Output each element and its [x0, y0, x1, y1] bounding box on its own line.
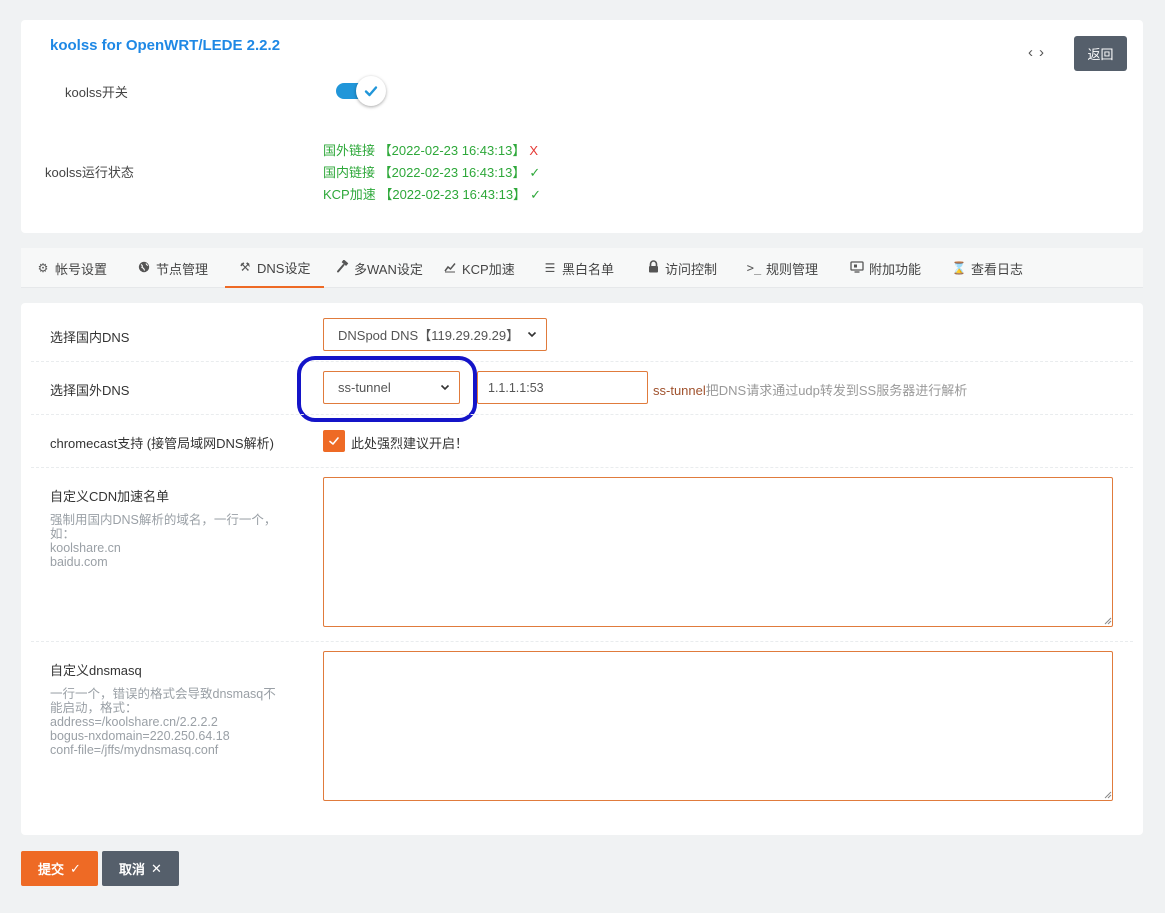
- app-title: koolss for OpenWRT/LEDE 2.2.2: [50, 37, 281, 54]
- check-icon: [329, 437, 339, 445]
- tab-account[interactable]: ⚙ 帐号设置: [35, 248, 107, 288]
- ok-mark: ✓: [529, 165, 541, 180]
- china-dns-label: 选择国内DNS: [50, 330, 130, 345]
- check-icon: [364, 86, 378, 97]
- tab-access[interactable]: 访问控制: [645, 248, 717, 288]
- switch-label: koolss开关: [65, 85, 128, 100]
- toggle-knob: [356, 76, 386, 106]
- status-line-kcp: KCP加速 【2022-02-23 16:43:13】 ✓: [323, 187, 541, 202]
- chromecast-check-label: 此处强烈建议开启！: [351, 436, 469, 451]
- chromecast-label: chromecast支持 (接管局域网DNS解析): [50, 436, 274, 451]
- resize-grip-icon[interactable]: [1103, 616, 1112, 625]
- dns-form-card: 选择国内DNS DNSpod DNS【119.29.29.29】 选择国外DNS…: [21, 303, 1143, 835]
- tab-extras[interactable]: 附加功能: [849, 248, 921, 288]
- chromecast-checkbox[interactable]: [323, 430, 345, 452]
- terminal-icon: >_: [746, 261, 762, 275]
- row-divider: [31, 361, 1133, 362]
- tab-blackwhite[interactable]: ☰ 黑白名单: [542, 248, 614, 288]
- cdn-list-hint: 强制用国内DNS解析的域名，一行一个， 如： koolshare.cn baid…: [50, 513, 277, 569]
- row-divider: [31, 414, 1133, 415]
- chart-icon: [442, 261, 458, 276]
- resize-grip-icon[interactable]: [1103, 790, 1112, 799]
- dnsmasq-textarea[interactable]: [323, 651, 1113, 801]
- koolss-toggle[interactable]: [336, 75, 386, 107]
- annotation-highlight-ring: [297, 356, 477, 422]
- monitor-icon: [849, 260, 865, 276]
- dnsmasq-label: 自定义dnsmasq: [50, 663, 142, 678]
- fail-mark: X: [529, 143, 538, 158]
- lock-icon: [645, 260, 661, 276]
- foreign-dns-server-input[interactable]: 1.1.1.1:53: [477, 371, 648, 404]
- globe-icon: [136, 261, 152, 276]
- cancel-button[interactable]: 取消 ✕: [102, 851, 179, 886]
- tab-multiwan[interactable]: 多WAN设定: [334, 248, 423, 288]
- foreign-dns-label: 选择国外DNS: [50, 383, 130, 398]
- tab-dns[interactable]: ⚒ DNS设定: [225, 248, 325, 288]
- tab-logs[interactable]: ⌛ 查看日志: [951, 248, 1024, 288]
- chevron-down-icon: [527, 331, 537, 338]
- foreign-dns-helper: ss-tunnel把DNS请求通过udp转发到SS服务器进行解析: [653, 383, 968, 398]
- status-card: koolss for OpenWRT/LEDE 2.2.2 ‹› 返回 kool…: [21, 20, 1143, 233]
- tools-icon: ⚒: [239, 260, 251, 274]
- status-line-domestic: 国内链接 【2022-02-23 16:43:13】 ✓: [323, 165, 541, 180]
- close-icon: ✕: [151, 860, 162, 876]
- chevron-right-icon[interactable]: ›: [1039, 44, 1050, 61]
- list-icon: ☰: [544, 261, 556, 275]
- gear-icon: ⚙: [37, 261, 49, 275]
- chevron-left-icon[interactable]: ‹: [1028, 44, 1039, 61]
- hammer-icon: [334, 259, 350, 276]
- tab-kcp[interactable]: KCP加速: [442, 248, 515, 288]
- tab-nodes[interactable]: 节点管理: [136, 248, 208, 288]
- tab-bar: ⚙ 帐号设置 节点管理 ⚒ DNS设定 多WAN设定 KCP加速 ☰ 黑白名单 访问控…: [21, 248, 1143, 288]
- status-line-foreign: 国外链接 【2022-02-23 16:43:13】 X: [323, 143, 538, 158]
- status-label: koolss运行状态: [45, 165, 134, 180]
- cdn-list-label: 自定义CDN加速名单: [50, 489, 170, 504]
- check-icon: ✓: [70, 860, 81, 876]
- submit-button[interactable]: 提交 ✓: [21, 851, 98, 886]
- cdn-list-textarea[interactable]: [323, 477, 1113, 627]
- tab-rules[interactable]: >_ 规则管理: [746, 248, 818, 288]
- row-divider: [31, 467, 1133, 468]
- row-divider: [31, 641, 1133, 642]
- dnsmasq-hint: 一行一个，错误的格式会导致dnsmasq不 能启动，格式： address=/k…: [50, 687, 276, 757]
- ok-mark: ✓: [530, 187, 541, 202]
- back-button[interactable]: 返回: [1074, 36, 1127, 71]
- nav-arrows: ‹›: [1028, 44, 1050, 61]
- hourglass-icon: ⌛: [951, 261, 967, 275]
- china-dns-select[interactable]: DNSpod DNS【119.29.29.29】: [323, 318, 547, 351]
